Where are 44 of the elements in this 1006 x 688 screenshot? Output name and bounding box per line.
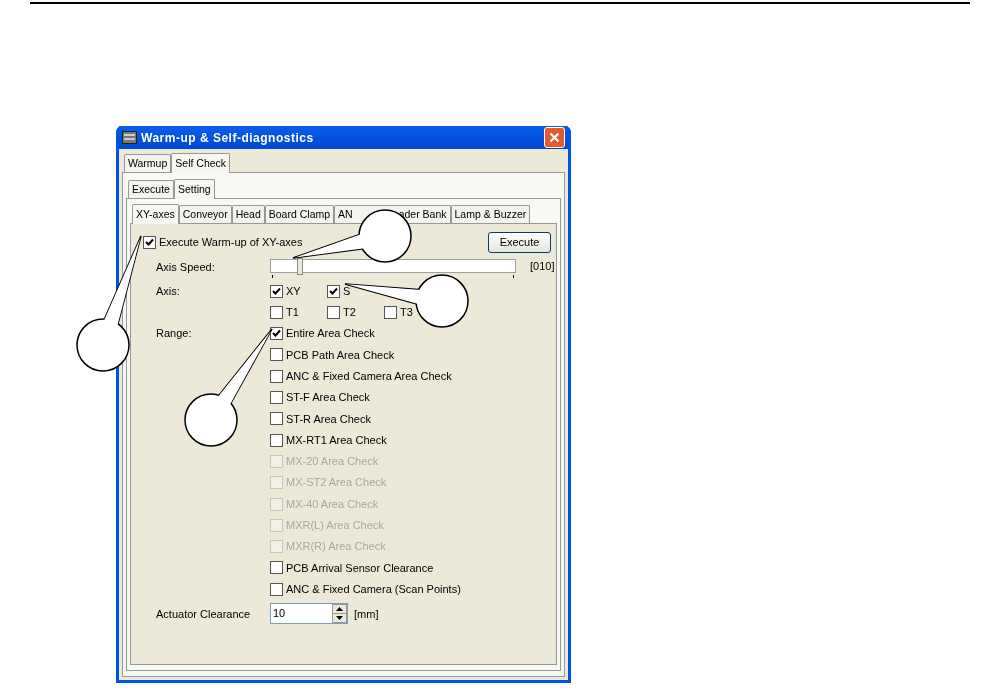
- tab[interactable]: Head: [231, 205, 265, 223]
- range-checkbox[interactable]: MX-RT1 Area Check: [270, 432, 387, 449]
- window-icon: [122, 131, 137, 144]
- check-icon: [272, 287, 281, 296]
- axis-checkbox[interactable]: T2: [327, 304, 384, 321]
- range-checkbox[interactable]: PCB Arrival Sensor Clearance: [270, 559, 434, 576]
- range-checkbox[interactable]: ST-F Area Check: [270, 389, 370, 406]
- execute-button[interactable]: Execute: [488, 231, 551, 253]
- field-label: Axis Speed:: [156, 259, 216, 275]
- check-icon: [145, 237, 154, 247]
- range-checkbox[interactable]: ST-R Area Check: [270, 410, 371, 427]
- field-label: Range:: [156, 326, 193, 342]
- execute-checkbox[interactable]: Execute Warm-up of XY-axes: [143, 234, 303, 250]
- field-label: Axis:: [156, 284, 181, 300]
- tab[interactable]: Lamp & Buzzer: [450, 205, 531, 223]
- tab[interactable]: XY-axes: [132, 204, 179, 224]
- check-icon: [329, 287, 338, 296]
- tab[interactable]: Setting: [173, 179, 215, 199]
- range-checkbox[interactable]: PCB Path Area Check: [270, 346, 395, 363]
- clearance-spinbox[interactable]: 10: [270, 603, 348, 625]
- tick-mark: [513, 275, 514, 278]
- range-checkbox[interactable]: ANC & Fixed Camera (Scan Points): [270, 581, 461, 598]
- axis-checkbox[interactable]: XY: [270, 283, 327, 300]
- speed-slider[interactable]: [270, 256, 516, 278]
- window-title: Warm-up & Self-diagnostics: [141, 129, 315, 147]
- range-checkbox[interactable]: Entire Area Check: [270, 325, 375, 342]
- close-button[interactable]: [544, 127, 565, 148]
- tab[interactable]: Warmup: [124, 154, 172, 172]
- axis-checkbox[interactable]: S: [327, 283, 384, 300]
- tick-mark: [272, 275, 273, 278]
- spin-arrows-icon[interactable]: [332, 604, 347, 624]
- speed-reading: [010]: [530, 258, 555, 274]
- unit-label: [mm]: [354, 606, 379, 622]
- axis-checkbox[interactable]: T1: [270, 304, 327, 321]
- tab[interactable]: Execute: [128, 180, 174, 198]
- tab[interactable]: Self Check: [171, 153, 231, 173]
- check-icon: [272, 329, 281, 339]
- tab[interactable]: Conveyor: [178, 205, 232, 223]
- range-checkbox[interactable]: ANC & Fixed Camera Area Check: [270, 368, 452, 385]
- slider-thumb[interactable]: [297, 258, 304, 275]
- tab[interactable]: Board Clamp: [264, 205, 335, 223]
- field-label: Actuator Clearance: [156, 606, 252, 622]
- close-icon: [549, 132, 560, 143]
- axis-checkbox[interactable]: T3: [384, 304, 413, 321]
